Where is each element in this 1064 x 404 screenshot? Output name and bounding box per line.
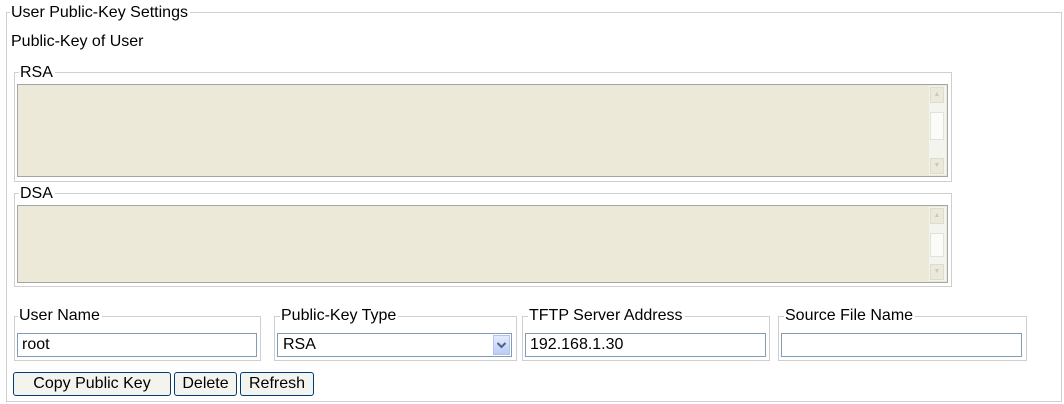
source-file-label: Source File Name	[784, 307, 916, 325]
dsa-legend: DSA	[19, 185, 55, 203]
chevron-down-icon	[496, 342, 507, 349]
scroll-down-icon[interactable]: ▼	[930, 264, 944, 280]
rsa-scrollbar[interactable]: ▲ ▼	[929, 86, 946, 175]
page-title: User Public-Key Settings	[10, 4, 190, 22]
scroll-up-icon[interactable]: ▲	[930, 87, 944, 103]
refresh-button[interactable]: Refresh	[240, 372, 314, 396]
scroll-thumb[interactable]	[930, 112, 944, 140]
public-key-type-label: Public-Key Type	[280, 307, 399, 325]
delete-button[interactable]: Delete	[174, 372, 237, 396]
rsa-legend: RSA	[19, 64, 55, 82]
page-subtitle: Public-Key of User	[11, 33, 144, 50]
dsa-scrollbar[interactable]: ▲ ▼	[929, 207, 946, 281]
tftp-server-input[interactable]: 192.168.1.30	[525, 333, 766, 357]
scroll-down-icon[interactable]: ▼	[930, 158, 944, 174]
scroll-up-icon[interactable]: ▲	[930, 208, 944, 224]
tftp-server-label: TFTP Server Address	[528, 307, 685, 325]
copy-public-key-button[interactable]: Copy Public Key	[13, 372, 171, 396]
user-name-label: User Name	[18, 307, 102, 325]
rsa-key-textarea[interactable]: ▲ ▼	[17, 84, 948, 177]
scroll-thumb[interactable]	[930, 233, 944, 257]
public-key-type-select[interactable]: RSA	[277, 333, 512, 357]
dsa-key-textarea[interactable]: ▲ ▼	[17, 205, 948, 283]
dropdown-button[interactable]	[493, 335, 510, 355]
public-key-type-value: RSA	[283, 336, 316, 353]
user-name-input[interactable]: root	[17, 333, 257, 357]
source-file-input[interactable]	[781, 333, 1022, 357]
